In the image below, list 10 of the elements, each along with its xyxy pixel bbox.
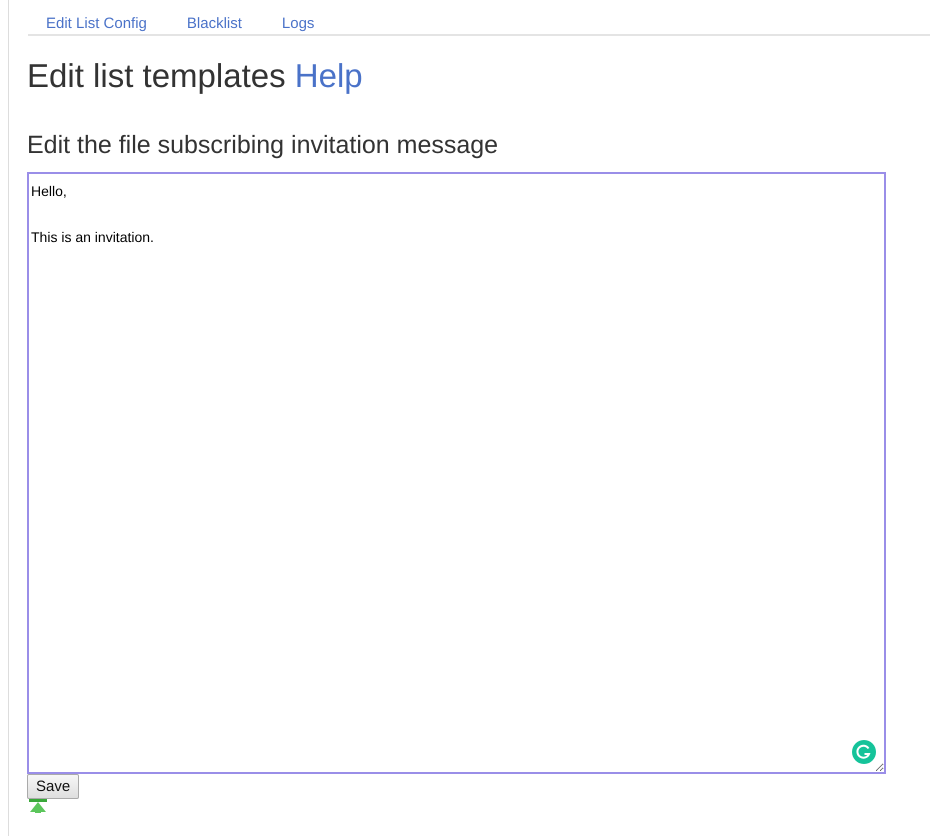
template-editor[interactable]: Hello, This is an invitation. bbox=[27, 172, 886, 774]
grammar-assistant-icon[interactable] bbox=[852, 740, 876, 764]
save-button[interactable]: Save bbox=[27, 774, 80, 799]
nav-link[interactable]: Edit List Config bbox=[46, 15, 147, 34]
page-title: Edit list templates bbox=[27, 57, 286, 94]
nav-link[interactable]: Logs bbox=[282, 15, 314, 34]
section-heading: Edit the file subscribing invitation message bbox=[27, 130, 500, 160]
help-link[interactable]: Help bbox=[294, 57, 363, 94]
nav-link[interactable]: Blacklist bbox=[186, 15, 242, 34]
up-arrow-icon[interactable] bbox=[28, 799, 48, 813]
